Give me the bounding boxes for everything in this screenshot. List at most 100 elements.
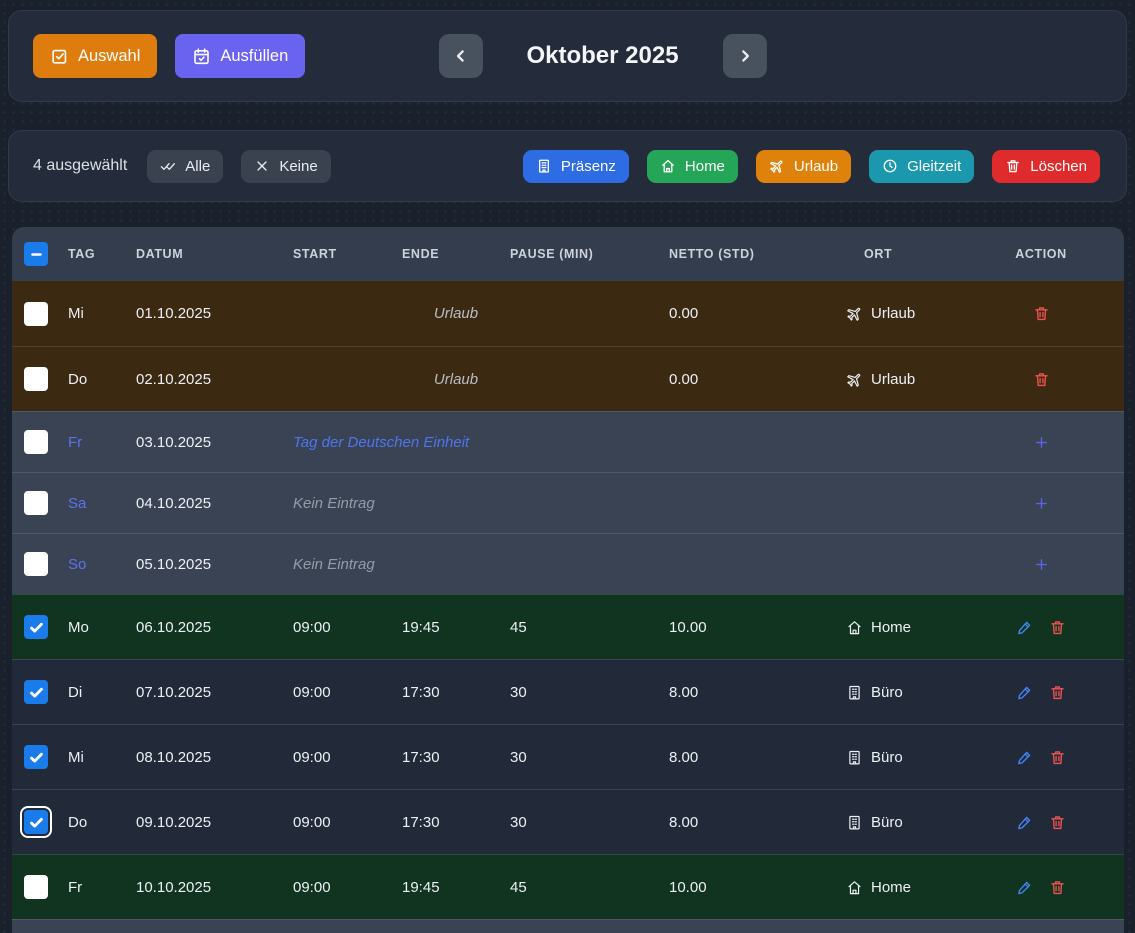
row-actions — [1014, 684, 1124, 701]
row-location: Urlaub — [846, 305, 1014, 322]
delete-entry-button[interactable] — [1049, 879, 1066, 896]
select-all-label: Alle — [185, 158, 210, 175]
row-location-label: Büro — [871, 814, 903, 831]
row-actions — [1014, 557, 1124, 572]
select-all-checkbox[interactable] — [24, 242, 48, 266]
add-entry-button[interactable] — [1034, 496, 1049, 511]
row-start: 09:00 — [293, 814, 402, 831]
delete-entry-button[interactable] — [1033, 371, 1050, 388]
prev-month-button[interactable] — [438, 34, 482, 78]
chevron-right-icon — [735, 46, 755, 66]
select-none-button[interactable]: Keine — [241, 150, 330, 183]
row-date: 05.10.2025 — [136, 556, 293, 573]
row-location-label: Home — [871, 619, 911, 636]
urlaub-button[interactable]: Urlaub — [756, 150, 851, 183]
plane-icon — [846, 305, 863, 322]
table-row: Di07.10.202509:0017:30308.00Büro — [12, 659, 1124, 724]
delete-entry-button[interactable] — [1033, 305, 1050, 322]
auswahl-button-label: Auswahl — [78, 47, 140, 66]
row-date: 01.10.2025 — [136, 305, 293, 322]
pencil-icon — [1016, 684, 1033, 701]
trash-icon — [1033, 305, 1050, 322]
row-checkbox[interactable] — [24, 302, 48, 326]
gleitzeit-button[interactable]: Gleitzeit — [869, 150, 974, 183]
select-all-button[interactable]: Alle — [147, 150, 223, 183]
row-checkbox[interactable] — [24, 552, 48, 576]
row-end: 19:45 — [402, 879, 510, 896]
pencil-icon — [1016, 814, 1033, 831]
praesenz-button[interactable]: Präsenz — [523, 150, 629, 183]
row-location: Home — [846, 619, 1014, 636]
row-date: 09.10.2025 — [136, 814, 293, 831]
row-date: 03.10.2025 — [136, 434, 293, 451]
column-header-pause: PAUSE (MIN) — [510, 247, 669, 261]
row-location-label: Büro — [871, 749, 903, 766]
row-date: 04.10.2025 — [136, 495, 293, 512]
loeschen-button[interactable]: Löschen — [992, 150, 1100, 183]
auswahl-button[interactable]: Auswahl — [33, 34, 157, 78]
row-actions — [1014, 879, 1124, 896]
add-entry-button[interactable] — [1034, 435, 1049, 450]
row-actions — [1014, 371, 1124, 388]
row-checkbox[interactable] — [24, 615, 48, 639]
row-actions — [1014, 814, 1124, 831]
table-row: Mi01.10.2025Urlaub0.00Urlaub — [12, 281, 1124, 346]
plane-icon — [769, 158, 785, 174]
row-netto: 0.00 — [669, 371, 846, 388]
row-note: Tag der Deutschen Einheit — [293, 434, 846, 451]
trash-icon — [1049, 749, 1066, 766]
row-actions — [1014, 749, 1124, 766]
row-end: 17:30 — [402, 749, 510, 766]
row-note: Kein Eintrag — [293, 556, 846, 573]
edit-entry-button[interactable] — [1016, 619, 1033, 636]
row-day: Mo — [68, 619, 136, 636]
loeschen-label: Löschen — [1030, 158, 1087, 175]
next-month-button[interactable] — [723, 34, 767, 78]
row-pause: 45 — [510, 879, 669, 896]
row-date: 10.10.2025 — [136, 879, 293, 896]
trash-icon — [1049, 619, 1066, 636]
row-day: Fr — [68, 434, 136, 451]
table-row: Mo06.10.202509:0019:454510.00Home — [12, 594, 1124, 659]
ausfuellen-button[interactable]: Ausfüllen — [175, 34, 305, 78]
row-netto: 8.00 — [669, 684, 846, 701]
row-day: Do — [68, 814, 136, 831]
selected-count: 4 ausgewählt — [33, 157, 127, 175]
home-button[interactable]: Home — [647, 150, 738, 183]
row-day: Sa — [68, 495, 136, 512]
row-day: Fr — [68, 879, 136, 896]
plus-icon — [1034, 496, 1049, 511]
row-checkbox[interactable] — [24, 810, 48, 834]
table-row-partial — [12, 919, 1124, 933]
row-start: 09:00 — [293, 684, 402, 701]
row-actions — [1014, 619, 1124, 636]
chevron-left-icon — [450, 46, 470, 66]
delete-entry-button[interactable] — [1049, 619, 1066, 636]
row-day: Di — [68, 684, 136, 701]
row-checkbox[interactable] — [24, 430, 48, 454]
edit-entry-button[interactable] — [1016, 749, 1033, 766]
row-netto: 8.00 — [669, 749, 846, 766]
add-entry-button[interactable] — [1034, 557, 1049, 572]
row-date: 02.10.2025 — [136, 371, 293, 388]
edit-entry-button[interactable] — [1016, 879, 1033, 896]
row-checkbox[interactable] — [24, 875, 48, 899]
row-checkbox[interactable] — [24, 367, 48, 391]
plus-icon — [1034, 557, 1049, 572]
row-checkbox[interactable] — [24, 745, 48, 769]
delete-entry-button[interactable] — [1049, 684, 1066, 701]
row-checkbox[interactable] — [24, 491, 48, 515]
edit-entry-button[interactable] — [1016, 684, 1033, 701]
selection-toolbar: 4 ausgewählt Alle Keine Präsenz Home Url… — [8, 130, 1127, 202]
home-icon — [846, 619, 863, 636]
pencil-icon — [1016, 879, 1033, 896]
row-checkbox[interactable] — [24, 680, 48, 704]
row-date: 07.10.2025 — [136, 684, 293, 701]
delete-entry-button[interactable] — [1049, 749, 1066, 766]
row-day: Mi — [68, 305, 136, 322]
delete-entry-button[interactable] — [1049, 814, 1066, 831]
edit-entry-button[interactable] — [1016, 814, 1033, 831]
table-row: Mi08.10.202509:0017:30308.00Büro — [12, 724, 1124, 789]
trash-icon — [1049, 814, 1066, 831]
row-day: Mi — [68, 749, 136, 766]
